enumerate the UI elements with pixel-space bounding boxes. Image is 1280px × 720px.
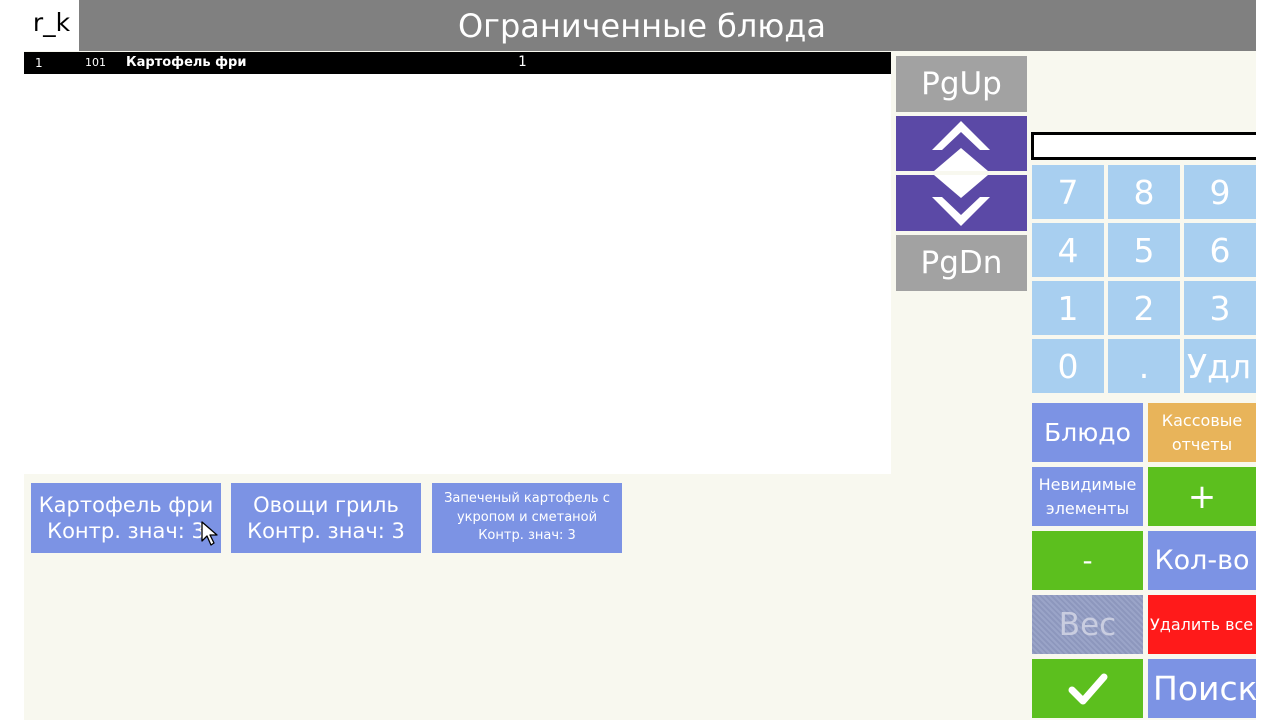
dish-button[interactable]: Блюдо	[1032, 403, 1143, 462]
confirm-button[interactable]	[1032, 659, 1143, 718]
key-4[interactable]: 4	[1032, 223, 1104, 277]
page-up-button[interactable]: PgUp	[896, 56, 1027, 112]
row-code: 101	[85, 56, 106, 69]
scroll-down-button[interactable]	[896, 175, 1027, 231]
row-name: Картофель фри	[126, 55, 247, 70]
amount-display	[1031, 52, 1256, 132]
weight-button[interactable]: Вес	[1032, 595, 1143, 654]
key-2[interactable]: 2	[1108, 281, 1180, 335]
logo: r_k	[24, 0, 79, 51]
key-0[interactable]: 0	[1032, 339, 1104, 393]
invisible-items-button[interactable]: Невидимые элементы	[1032, 467, 1143, 526]
delete-all-button[interactable]: Удалить все	[1148, 595, 1256, 654]
dish-control-value: Контр. знач: 3	[478, 528, 576, 544]
dish-name: Картофель фри	[38, 492, 214, 517]
key-5[interactable]: 5	[1108, 223, 1180, 277]
order-list[interactable]	[24, 52, 891, 474]
key-1[interactable]: 1	[1032, 281, 1104, 335]
key-6[interactable]: 6	[1184, 223, 1256, 277]
key-decimal[interactable]: .	[1108, 339, 1180, 393]
row-quantity: 1	[518, 54, 527, 70]
chevron-down-icon	[932, 175, 990, 226]
plus-button[interactable]: +	[1148, 467, 1256, 526]
checkmark-icon	[1068, 673, 1107, 704]
key-8[interactable]: 8	[1108, 165, 1180, 219]
key-7[interactable]: 7	[1032, 165, 1104, 219]
mouse-pointer-icon	[201, 521, 218, 546]
dish-name: Овощи гриль	[253, 492, 399, 517]
page-title: Ограниченные блюда	[457, 6, 827, 45]
dish-control-value: Контр. знач: 3	[47, 519, 205, 543]
dish-tile-baked-potato[interactable]: Запеченый картофель с укропом и сметаной…	[432, 483, 622, 553]
order-row[interactable]: 1 101 Картофель фри 1	[24, 52, 891, 74]
page-down-button[interactable]: PgDn	[896, 235, 1027, 291]
chevron-up-icon	[932, 121, 990, 171]
dish-tile-grilled-vegetables[interactable]: Овощи гриль Контр. знач: 3	[231, 483, 421, 553]
key-3[interactable]: 3	[1184, 281, 1256, 335]
dish-name: Запеченый картофель с укропом и сметаной	[444, 490, 610, 525]
search-button[interactable]: Поиск	[1148, 659, 1256, 718]
key-9[interactable]: 9	[1184, 165, 1256, 219]
scroll-up-button[interactable]	[896, 116, 1027, 171]
quantity-button[interactable]: Кол-во	[1148, 531, 1256, 590]
cash-reports-button[interactable]: Кассовые отчеты	[1148, 403, 1256, 462]
dish-tile-fries[interactable]: Картофель фри Контр. знач: 3	[31, 483, 221, 553]
key-delete[interactable]: Удл	[1184, 339, 1256, 393]
dish-control-value: Контр. знач: 3	[247, 519, 405, 543]
row-index: 1	[35, 56, 43, 70]
minus-button[interactable]: -	[1032, 531, 1143, 590]
input-field[interactable]	[1031, 132, 1256, 160]
